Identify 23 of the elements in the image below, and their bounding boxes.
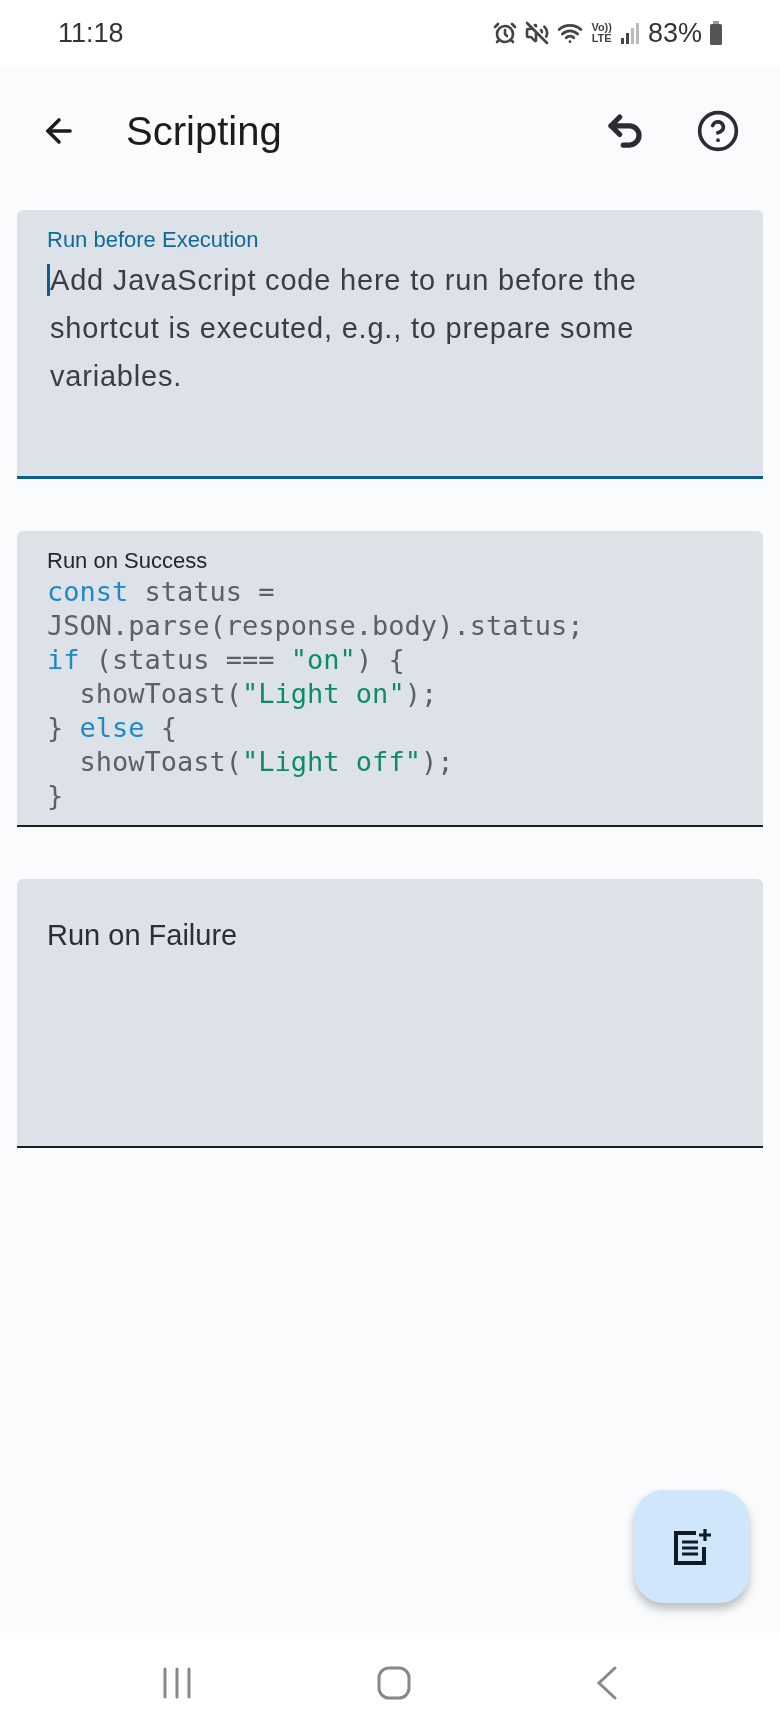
script-field[interactable]: Run on Failure: [17, 879, 763, 1148]
screen-title: Scripting: [126, 108, 283, 155]
volte-indicator: Vo)) LTE: [591, 22, 612, 44]
back-icon[interactable]: [596, 1665, 618, 1701]
script-field[interactable]: Run before Execution Add JavaScript code here to run before the shortcut is executed, e.g., to prepare some variables.: [17, 210, 763, 479]
note-plus-icon: [671, 1526, 712, 1567]
field-label: Run on Success: [47, 547, 209, 575]
placeholder-text: Add JavaScript code here to run before the shortcut is executed, e.g., to prepare some variables.: [50, 263, 638, 394]
alarm-icon: [493, 21, 518, 45]
recent-apps-icon[interactable]: [162, 1666, 192, 1700]
status-time: 11:18: [58, 16, 124, 50]
mute-icon: [525, 21, 550, 45]
battery-icon: [710, 21, 722, 45]
help-icon: [696, 109, 740, 153]
script-field[interactable]: Run on Success const status = JSON.parse(response.body).status; if (status === "on") { showToast("Light on"); } else { showToast("Light off"); }: [17, 531, 763, 827]
field-label: Run on Failure: [47, 918, 239, 953]
battery-percent: 83%: [647, 16, 702, 50]
code-text: const status = JSON.parse(response.body).status; if (status === "on") { showToast("Light on"); } else { showToast("Light off"); }: [47, 575, 585, 813]
add-snippet-button[interactable]: [634, 1490, 749, 1603]
text-cursor: [47, 264, 50, 296]
signal-icon: [619, 22, 640, 44]
home-icon[interactable]: [377, 1666, 411, 1700]
field-label: Run before Execution: [47, 226, 260, 254]
